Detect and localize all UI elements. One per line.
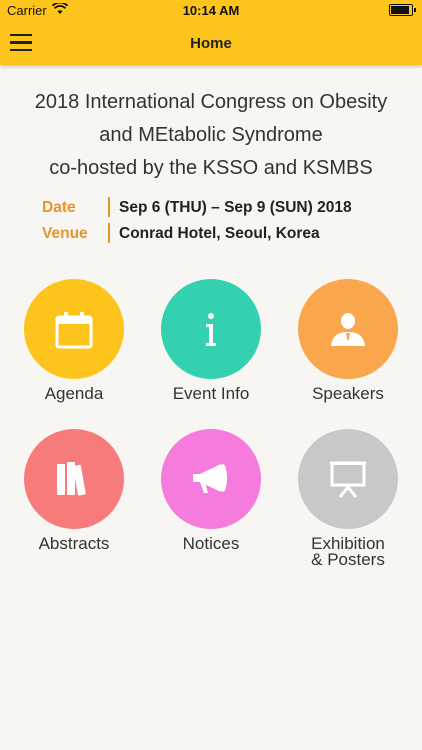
congress-title-line-1: 2018 International Congress on Obesity (34, 91, 388, 113)
calendar-icon (55, 312, 93, 349)
event-info-label: Event Info (172, 384, 250, 403)
megaphone-icon (193, 464, 227, 493)
event-info-circle[interactable] (161, 279, 261, 379)
congress-title-line-2: and MEtabolic Syndrome (99, 124, 323, 146)
status-bar: Carrier 10:14 AM (0, 0, 422, 20)
speakers-label: Speakers (312, 384, 384, 403)
date-label: Date (42, 199, 76, 216)
exhibition-posters-label: Exhibition & Posters (279, 535, 417, 569)
books-icon (57, 462, 86, 496)
abstracts-circle[interactable] (24, 429, 124, 529)
exhibition-label-line-2: & Posters (311, 550, 385, 569)
exhibition-posters-circle[interactable] (298, 429, 398, 529)
speakers-button[interactable]: Speakers (279, 279, 417, 402)
agenda-label: Agenda (44, 384, 104, 403)
divider (108, 223, 110, 243)
top-navigation-bar: Home (0, 20, 422, 65)
clock-time: 10:14 AM (182, 3, 240, 18)
congress-title: 2018 International Congress on Obesity a… (0, 86, 422, 185)
speakers-circle[interactable] (298, 279, 398, 379)
notices-circle[interactable] (161, 429, 261, 529)
congress-title-line-3: co-hosted by the KSSO and KSMBS (49, 157, 373, 179)
exhibition-posters-button[interactable]: Exhibition & Posters (279, 429, 417, 568)
notices-label: Notices (182, 534, 240, 553)
abstracts-button[interactable]: Abstracts (5, 429, 143, 552)
battery-icon (389, 4, 416, 16)
date-value: Sep 6 (THU) – Sep 9 (SUN) 2018 (119, 199, 352, 216)
presentation-board-icon (330, 461, 366, 498)
abstracts-label: Abstracts (38, 534, 110, 553)
page-title: Home (190, 35, 232, 52)
venue-value: Conrad Hotel, Seoul, Korea (119, 225, 320, 242)
info-icon (206, 313, 216, 346)
venue-label: Venue (42, 225, 88, 242)
speaker-person-icon (331, 313, 365, 346)
event-info-button[interactable]: Event Info (142, 279, 280, 402)
notices-button[interactable]: Notices (142, 429, 280, 552)
agenda-button[interactable]: Agenda (5, 279, 143, 402)
divider (108, 197, 110, 217)
agenda-circle[interactable] (24, 279, 124, 379)
